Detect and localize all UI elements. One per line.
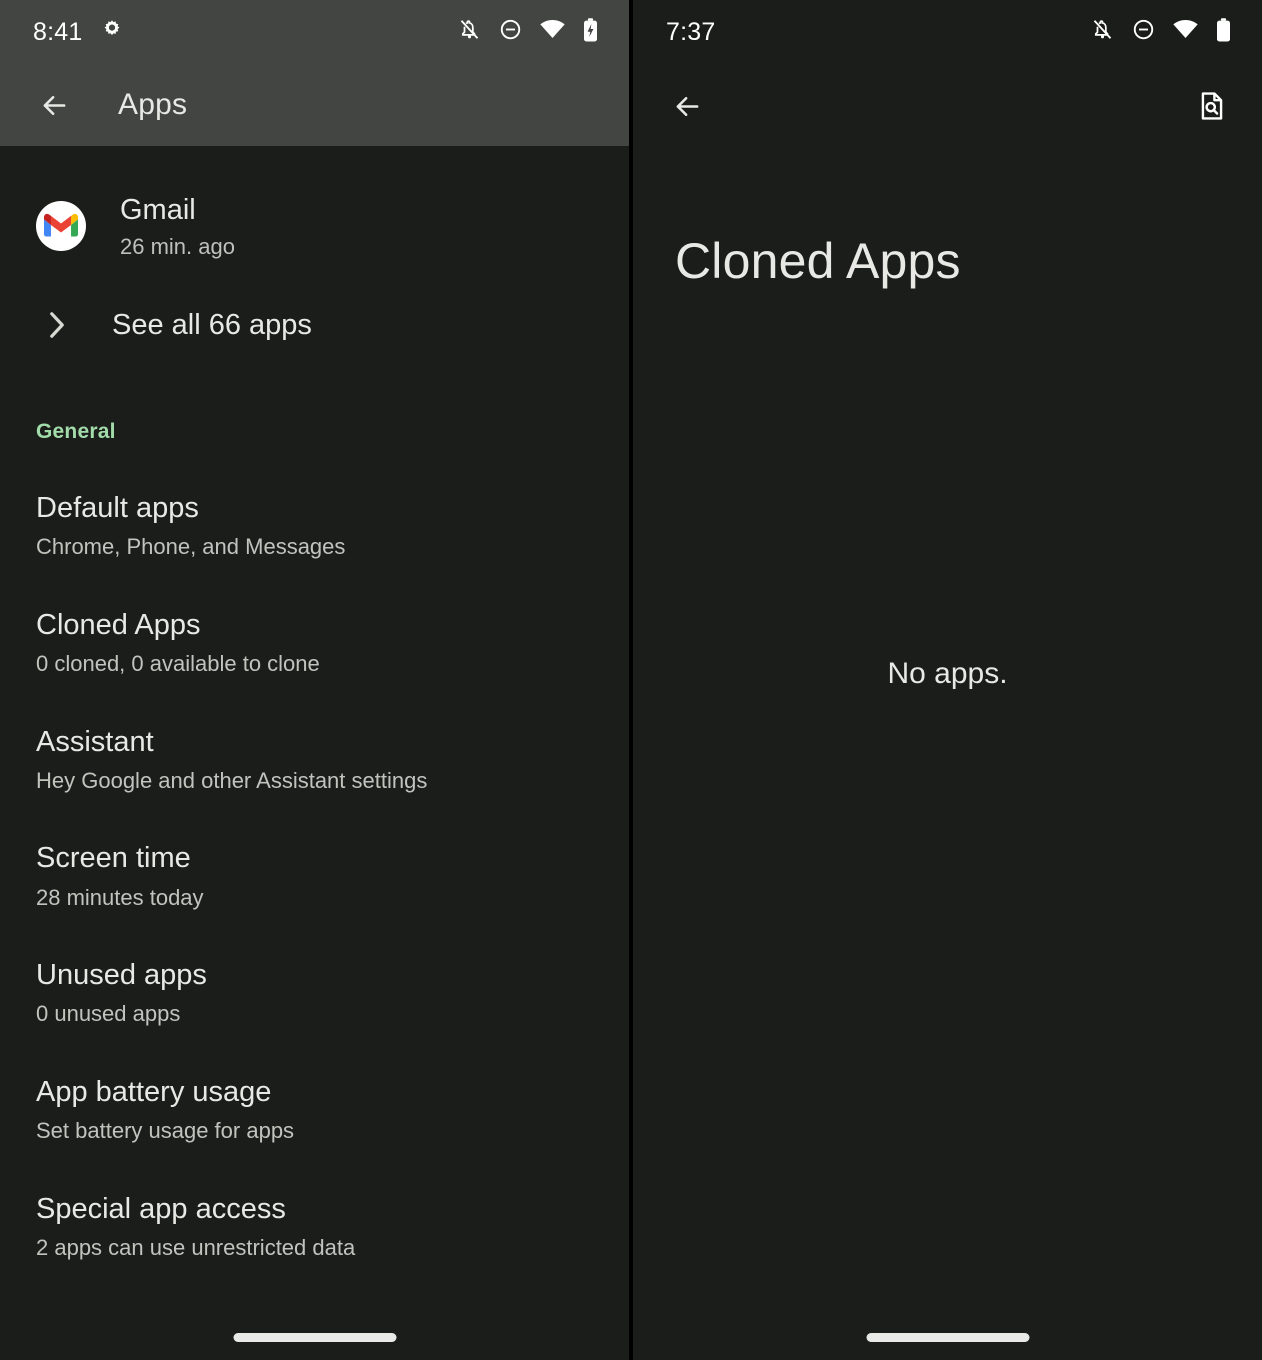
setting-item-special-app-access[interactable]: Special app access 2 apps can use unrest… <box>0 1191 629 1262</box>
recent-app-name: Gmail <box>120 193 196 226</box>
see-all-apps-row[interactable]: See all 66 apps <box>0 294 629 356</box>
notifications-off-icon <box>1090 17 1115 47</box>
status-clock: 7:37 <box>666 17 716 46</box>
status-bar-right-group <box>1090 16 1232 48</box>
status-bar-right-group <box>457 16 599 48</box>
setting-title: Screen time <box>36 842 191 875</box>
setting-title: App battery usage <box>36 1075 272 1108</box>
right-phone-panel: 7:37 Cloned Apps No apps. <box>633 0 1262 1360</box>
wifi-icon <box>539 16 566 48</box>
setting-subtitle: Hey Google and other Assistant settings <box>36 767 428 793</box>
empty-state-message: No apps. <box>887 657 1008 690</box>
setting-item-screen-time[interactable]: Screen time 28 minutes today <box>0 840 629 911</box>
setting-subtitle: 28 minutes today <box>36 884 204 910</box>
wifi-icon <box>1172 16 1199 48</box>
section-header-general: General <box>36 420 116 443</box>
setting-title: Default apps <box>36 492 199 524</box>
setting-subtitle: 2 apps can use unrestricted data <box>36 1234 356 1260</box>
page-title: Apps <box>118 88 188 121</box>
gesture-home-bar[interactable] <box>233 1333 396 1342</box>
apps-settings-list: Gmail 26 min. ago See all 66 apps Genera… <box>0 146 629 1360</box>
setting-subtitle: Chrome, Phone, and Messages <box>36 534 346 560</box>
recent-app-subtitle: 26 min. ago <box>120 233 235 259</box>
setting-subtitle: Set battery usage for apps <box>36 1118 295 1143</box>
status-bar-left-group: 8:41 <box>33 18 124 47</box>
gesture-home-bar[interactable] <box>866 1333 1029 1342</box>
see-all-apps-label: See all 66 apps <box>112 308 312 341</box>
setting-title: Unused apps <box>36 959 207 991</box>
left-status-bar: 8:41 <box>0 0 629 64</box>
recent-app-row-gmail[interactable]: Gmail 26 min. ago <box>0 176 629 276</box>
dual-phone-screenshot: 8:41 Apps Gmail 26 min. ago See all 66 a… <box>0 0 1262 1360</box>
page-title: Cloned Apps <box>675 233 961 289</box>
setting-item-cloned-apps[interactable]: Cloned Apps 0 cloned, 0 available to clo… <box>0 607 629 678</box>
left-app-bar: 8:41 Apps <box>0 0 629 146</box>
status-clock: 8:41 <box>33 17 83 46</box>
battery-full-icon <box>1215 17 1232 48</box>
setting-title: Assistant <box>36 725 154 758</box>
setting-subtitle: 0 cloned, 0 available to clone <box>36 651 320 676</box>
search-in-page-icon[interactable] <box>1184 78 1240 134</box>
gear-icon <box>100 18 124 47</box>
setting-item-unused-apps[interactable]: Unused apps 0 unused apps <box>0 957 629 1028</box>
battery-charging-icon <box>582 17 599 48</box>
recent-app-text: Gmail 26 min. ago <box>120 192 235 261</box>
setting-item-assistant[interactable]: Assistant Hey Google and other Assistant… <box>0 724 629 795</box>
do-not-disturb-icon <box>1131 17 1156 47</box>
right-app-bar <box>633 64 1262 148</box>
do-not-disturb-icon <box>498 17 523 47</box>
setting-title: Cloned Apps <box>36 608 201 641</box>
notifications-off-icon <box>457 17 482 47</box>
right-status-bar: 7:37 <box>633 0 1262 64</box>
setting-title: Special app access <box>36 1192 286 1225</box>
left-phone-panel: 8:41 Apps Gmail 26 min. ago See all 66 a… <box>0 0 629 1360</box>
chevron-right-icon <box>40 310 74 340</box>
gmail-icon <box>36 201 86 251</box>
setting-item-default-apps[interactable]: Default apps Chrome, Phone, and Messages <box>0 490 629 561</box>
left-app-bar-row: Apps <box>0 64 629 146</box>
back-button[interactable] <box>659 78 715 134</box>
status-bar-left-group: 7:37 <box>666 17 716 46</box>
setting-subtitle: 0 unused apps <box>36 1001 181 1027</box>
back-button[interactable] <box>26 77 82 133</box>
setting-item-app-battery-usage[interactable]: App battery usage Set battery usage for … <box>0 1074 629 1145</box>
